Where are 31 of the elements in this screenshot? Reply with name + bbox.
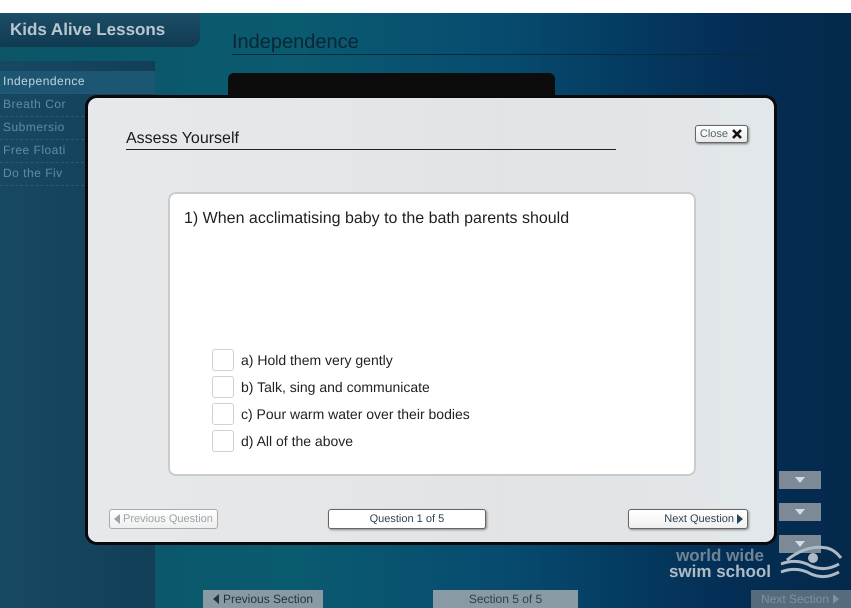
- sidebar-item[interactable]: Independence: [0, 71, 155, 94]
- checkbox[interactable]: [212, 376, 234, 398]
- dialog-title: Assess Yourself: [126, 130, 616, 150]
- checkbox[interactable]: [212, 349, 234, 371]
- checkbox[interactable]: [212, 430, 234, 452]
- close-icon: [731, 128, 743, 140]
- lesson-title: Independence: [232, 31, 759, 55]
- checkbox[interactable]: [212, 403, 234, 425]
- dropdown[interactable]: [779, 471, 821, 489]
- right-triangle-icon: [737, 514, 743, 524]
- answer-label: a) Hold them very gently: [241, 352, 393, 368]
- logo-text: world wide: [676, 548, 764, 564]
- answer-label: c) Pour warm water over their bodies: [241, 406, 470, 422]
- next-question-button[interactable]: Next Question: [628, 509, 748, 529]
- previous-section-button[interactable]: Previous Section: [203, 590, 324, 608]
- dropdown[interactable]: [779, 535, 821, 553]
- caret-icon: [795, 509, 805, 515]
- close-button[interactable]: Close: [694, 125, 748, 143]
- logo-text: swim school: [668, 564, 771, 580]
- answer-label: b) Talk, sing and communicate: [241, 379, 430, 395]
- dropdown[interactable]: [779, 503, 821, 521]
- left-triangle-icon: [114, 514, 120, 524]
- question-counter: Question 1 of 5: [328, 509, 486, 529]
- left-triangle-icon: [213, 594, 219, 604]
- question-text: 1) When acclimatising baby to the bath parents should: [184, 210, 570, 228]
- right-triangle-icon: [833, 594, 840, 604]
- section-counter: Section 5 of 5: [433, 590, 578, 608]
- caret-icon: [795, 477, 805, 483]
- answer-label: d) All of the above: [241, 433, 354, 449]
- app-title: Kids Alive Lessons: [0, 13, 200, 47]
- caret-icon: [795, 541, 805, 547]
